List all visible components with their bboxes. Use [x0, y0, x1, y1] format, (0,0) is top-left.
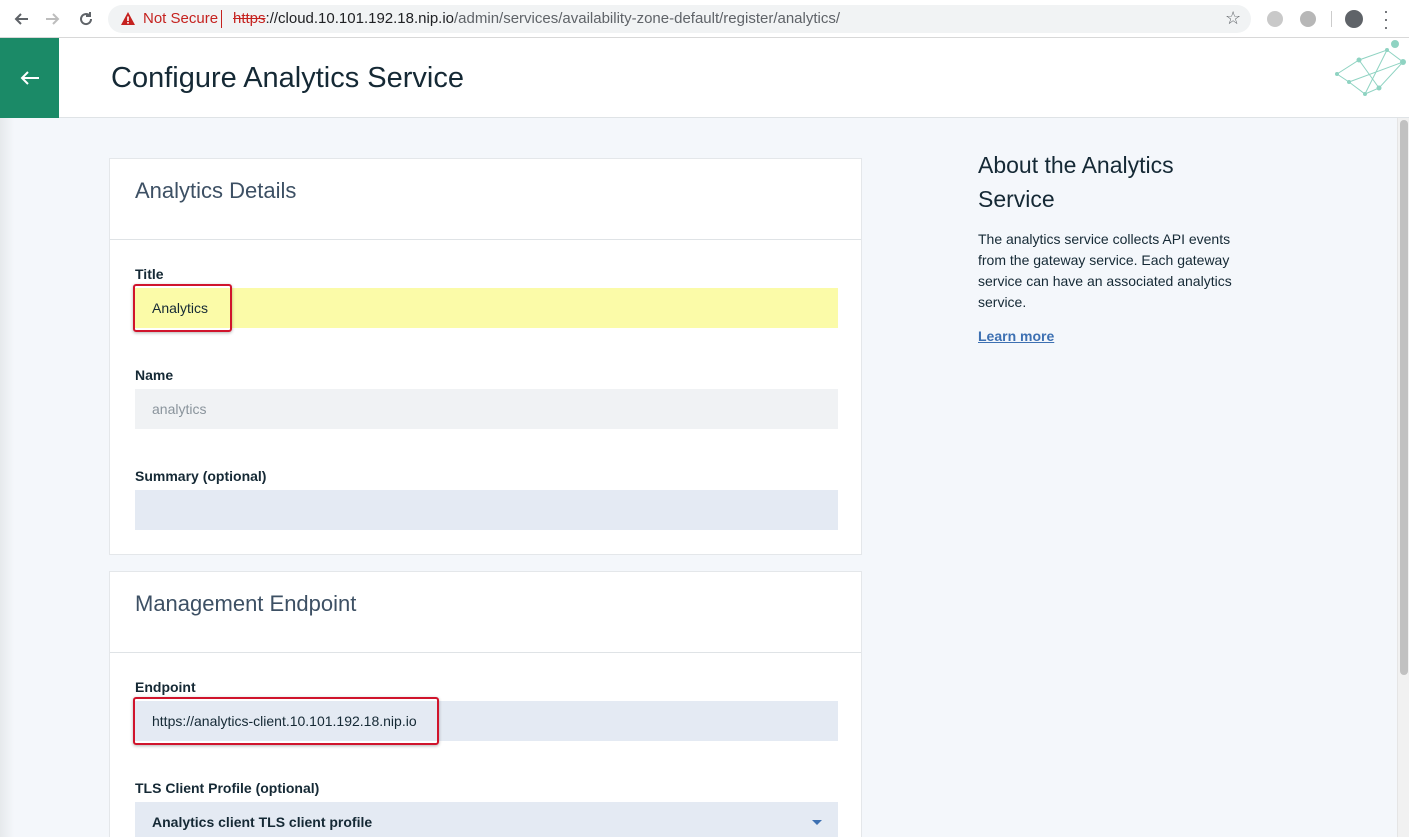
- about-description: The analytics service collects API event…: [978, 231, 1232, 310]
- scrollbar-thumb[interactable]: [1400, 120, 1408, 675]
- panel-shadow: [0, 118, 14, 837]
- main-content: Analytics Details Title Analytics Name a…: [0, 118, 1397, 837]
- address-bar[interactable]: Not Secure https://cloud.10.101.192.18.n…: [108, 5, 1251, 33]
- card-title: Management Endpoint: [135, 591, 357, 616]
- name-label: Name: [135, 367, 174, 383]
- account-icon[interactable]: [1345, 10, 1363, 28]
- title-callout: [133, 284, 232, 332]
- url-scheme: https: [233, 10, 266, 27]
- reload-icon[interactable]: [76, 9, 96, 29]
- url-host: ://cloud.10.101.192.18.nip.io: [265, 10, 455, 27]
- learn-more-link[interactable]: Learn more: [978, 328, 1054, 344]
- tls-profile-label: TLS Client Profile (optional): [135, 780, 320, 796]
- analytics-details-card: Analytics Details Title Analytics Name a…: [109, 158, 862, 555]
- scrollbar[interactable]: [1397, 118, 1409, 837]
- arrow-left-icon: [20, 71, 39, 85]
- browser-toolbar: Not Secure https://cloud.10.101.192.18.n…: [0, 0, 1409, 38]
- endpoint-label: Endpoint: [135, 679, 196, 695]
- bookmark-star-icon[interactable]: ☆: [1225, 8, 1241, 29]
- app-header: Configure Analytics Service: [0, 38, 1409, 118]
- url-path: /admin/services/availability-zone-defaul…: [454, 10, 841, 27]
- tls-profile-select[interactable]: Analytics client TLS client profile: [135, 802, 838, 837]
- forward-arrow-icon[interactable]: [43, 9, 63, 29]
- back-arrow-icon[interactable]: [11, 9, 31, 29]
- card-title: Analytics Details: [135, 178, 297, 203]
- summary-input[interactable]: [135, 490, 838, 530]
- card-header: Analytics Details: [110, 159, 861, 240]
- summary-label: Summary (optional): [135, 468, 267, 484]
- about-title: About the Analytics Service: [978, 152, 1174, 212]
- chevron-down-icon: [812, 820, 822, 825]
- back-button[interactable]: [0, 38, 59, 118]
- endpoint-callout: [133, 697, 439, 745]
- divider: [221, 10, 222, 28]
- page-title: Configure Analytics Service: [111, 62, 464, 94]
- url-text[interactable]: https://cloud.10.101.192.18.nip.io/admin…: [233, 10, 840, 27]
- extension-icon[interactable]: [1300, 11, 1316, 27]
- title-label: Title: [135, 266, 164, 282]
- card-header: Management Endpoint: [110, 572, 861, 653]
- security-status[interactable]: Not Secure: [143, 10, 218, 27]
- extension-icon[interactable]: [1267, 11, 1283, 27]
- warning-icon: [121, 12, 135, 25]
- title-input[interactable]: Analytics: [135, 288, 838, 328]
- management-endpoint-card: Management Endpoint Endpoint https://ana…: [109, 571, 862, 837]
- network-graphic-icon: [1335, 40, 1406, 96]
- divider: [1331, 11, 1332, 27]
- menu-kebab-icon[interactable]: · · ·: [1379, 2, 1393, 36]
- tls-profile-value: Analytics client TLS client profile: [152, 814, 373, 830]
- name-input[interactable]: analytics: [135, 389, 838, 429]
